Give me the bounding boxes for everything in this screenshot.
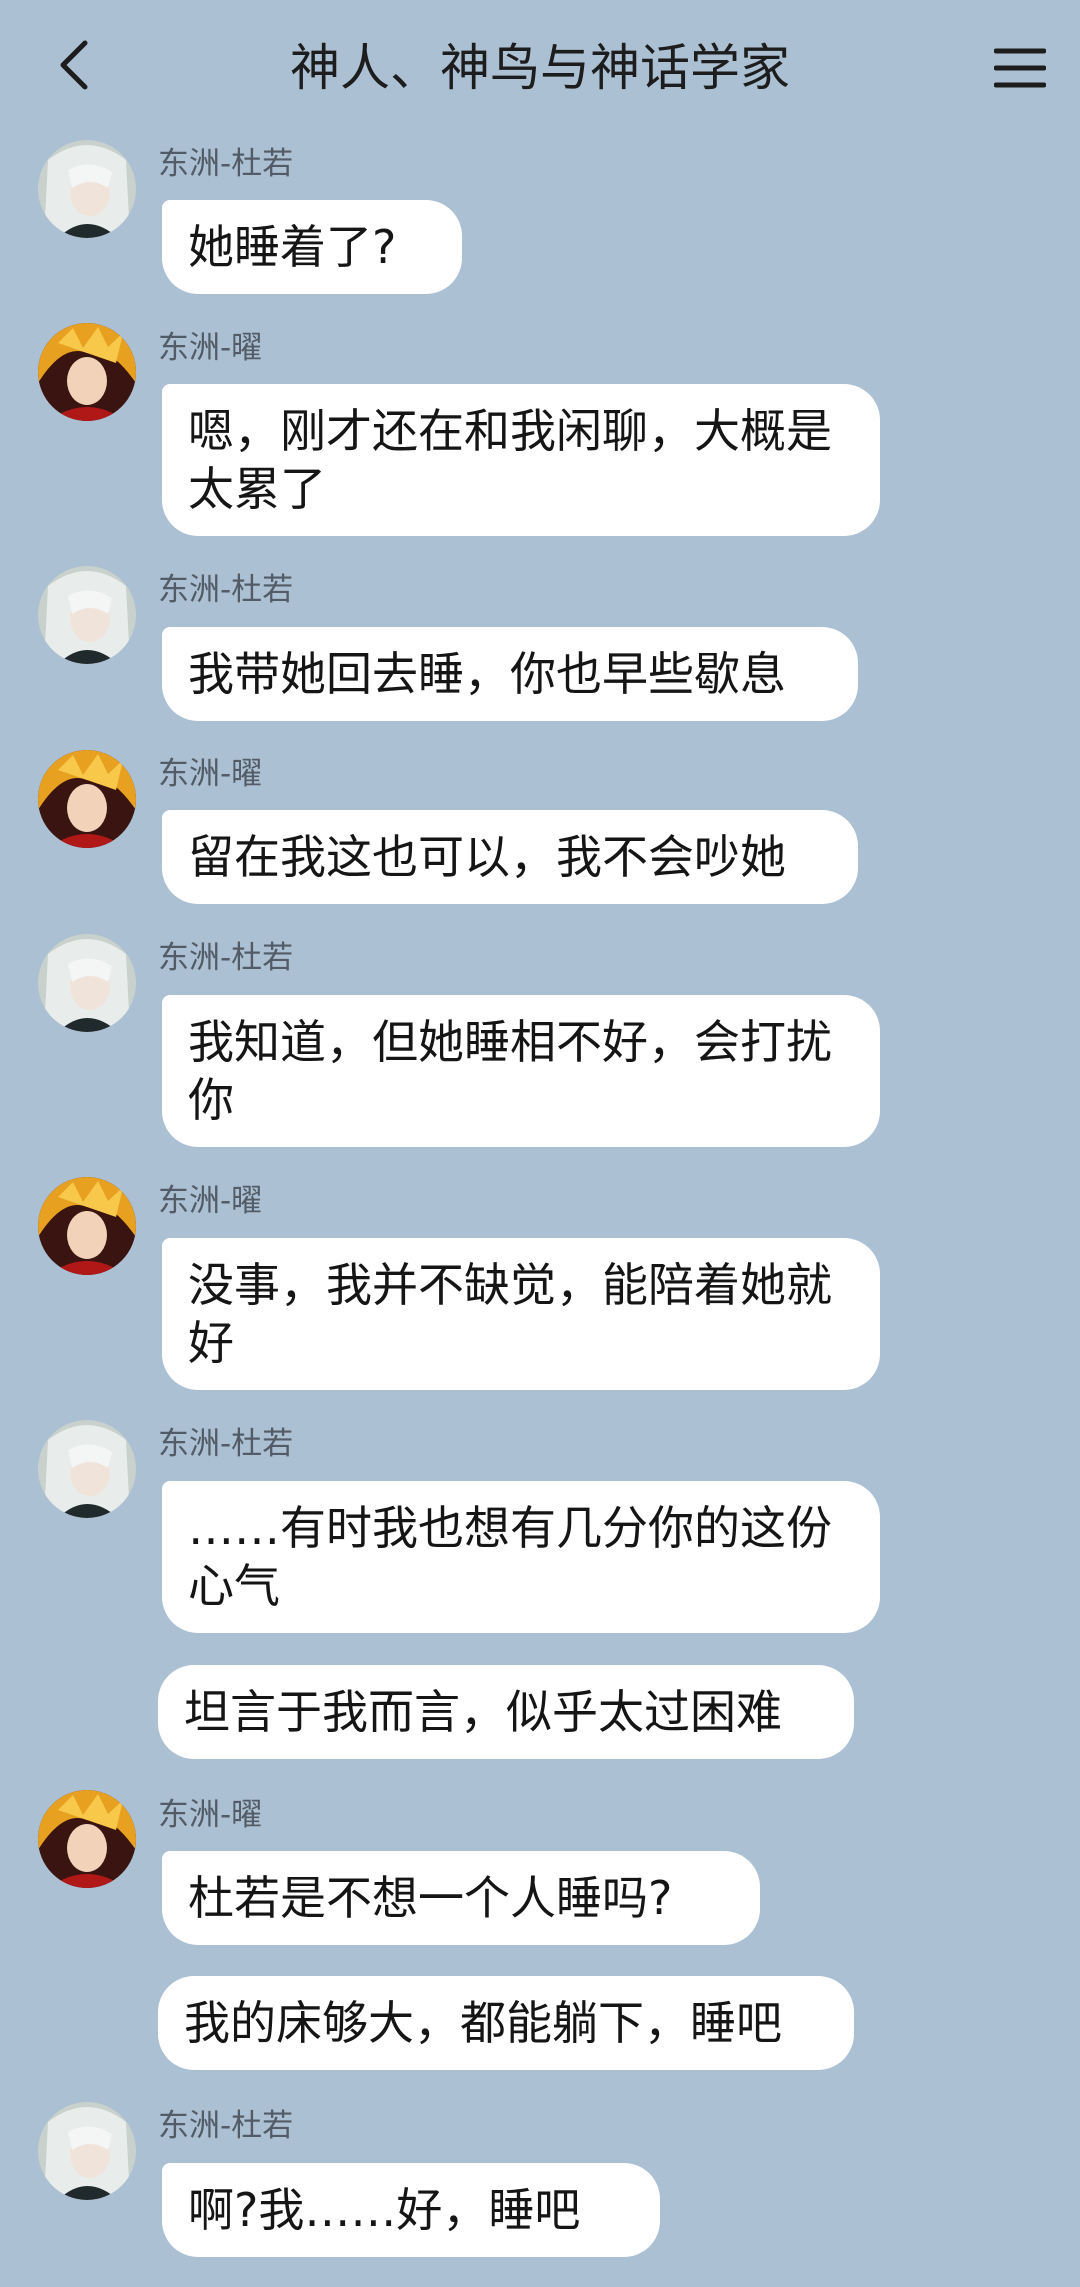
avatar-yao[interactable] <box>38 323 136 421</box>
sender-name: 东洲-杜若 <box>158 146 294 182</box>
message-bubble[interactable]: 留在我这也可以，我不会吵她 <box>162 810 858 904</box>
sender-name: 东洲-杜若 <box>158 2108 294 2144</box>
avatar-yao[interactable] <box>38 1790 136 1888</box>
message-bubble[interactable]: 坦言于我而言，似乎太过困难 <box>158 1665 854 1759</box>
message-bubble[interactable]: 我知道，但她睡相不好，会打扰你 <box>162 995 880 1147</box>
message-bubble[interactable]: 啊?我……好，睡吧 <box>162 2163 660 2257</box>
sender-name: 东洲-杜若 <box>158 1426 294 1462</box>
sender-name: 东洲-曜 <box>158 1797 263 1833</box>
message-bubble[interactable]: 她睡着了? <box>162 200 462 294</box>
avatar-duruo[interactable] <box>38 140 136 238</box>
message-bubble[interactable]: 没事，我并不缺觉，能陪着她就好 <box>162 1238 880 1390</box>
hamburger-menu-icon <box>994 48 1046 88</box>
avatar-duruo[interactable] <box>38 934 136 1032</box>
message-bubble[interactable]: ……有时我也想有几分你的这份心气 <box>162 1481 880 1633</box>
sender-name: 东洲-杜若 <box>158 572 294 608</box>
avatar-duruo[interactable] <box>38 566 136 664</box>
sender-name: 东洲-曜 <box>158 1183 263 1219</box>
menu-button[interactable] <box>990 38 1050 98</box>
message-bubble[interactable]: 我带她回去睡，你也早些歇息 <box>162 627 858 721</box>
message-bubble[interactable]: 嗯，刚才还在和我闲聊，大概是太累了 <box>162 384 880 536</box>
sender-name: 东洲-曜 <box>158 330 263 366</box>
avatar-duruo[interactable] <box>38 2102 136 2200</box>
message-bubble[interactable]: 我的床够大，都能躺下，睡吧 <box>158 1976 854 2070</box>
avatar-duruo[interactable] <box>38 1420 136 1518</box>
chat-header: 神人、神鸟与神话学家 <box>0 0 1080 130</box>
message-bubble[interactable]: 杜若是不想一个人睡吗? <box>162 1851 760 1945</box>
sender-name: 东洲-曜 <box>158 756 263 792</box>
sender-name: 东洲-杜若 <box>158 940 294 976</box>
avatar-yao[interactable] <box>38 750 136 848</box>
avatar-yao[interactable] <box>38 1177 136 1275</box>
chat-title: 神人、神鸟与神话学家 <box>290 39 790 97</box>
